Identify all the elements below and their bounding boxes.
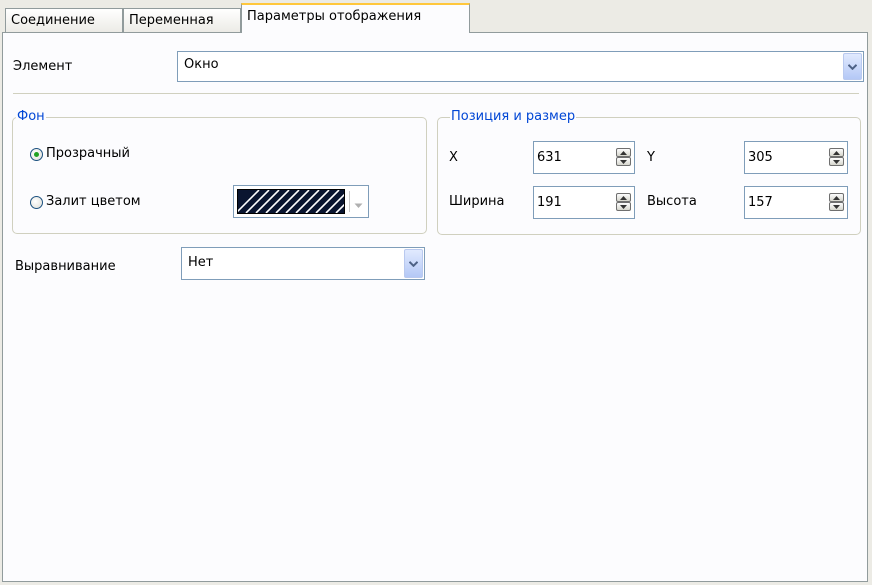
tab-display-parameters-label: Параметры отображения: [247, 9, 422, 24]
arrow-down-icon[interactable]: [616, 157, 631, 166]
arrow-down-icon[interactable]: [829, 202, 844, 211]
arrow-down-icon[interactable]: [616, 202, 631, 211]
radio-transparent[interactable]: [30, 148, 43, 161]
tab-panel: Элемент Окно Фон Прозрачный Залит цветом: [2, 32, 868, 582]
tab-connection-label: Соединение: [11, 13, 95, 28]
color-picker[interactable]: [233, 185, 369, 218]
height-value: 157: [748, 195, 773, 210]
background-group-legend: Фон: [16, 109, 46, 124]
chevron-down-icon[interactable]: [354, 198, 363, 213]
alignment-combobox[interactable]: Нет: [181, 247, 425, 280]
position-size-group: Позиция и размер X 631 Y 305 Ширина 191: [437, 109, 861, 235]
radio-selected-dot: [34, 152, 39, 157]
y-value: 305: [748, 150, 773, 165]
x-spin-buttons: [616, 148, 631, 166]
arrow-up-icon[interactable]: [616, 193, 631, 202]
alignment-value: Нет: [188, 255, 214, 270]
width-spinbox[interactable]: 191: [533, 186, 635, 219]
alignment-label: Выравнивание: [15, 259, 116, 274]
width-label: Ширина: [449, 194, 505, 209]
height-label: Высота: [647, 194, 697, 209]
height-spin-buttons: [829, 193, 844, 211]
y-label: Y: [647, 150, 655, 165]
arrow-up-icon[interactable]: [829, 193, 844, 202]
tab-display-parameters[interactable]: Параметры отображения: [241, 3, 470, 33]
width-spin-buttons: [616, 193, 631, 211]
element-label: Элемент: [13, 59, 73, 74]
arrow-up-icon[interactable]: [829, 148, 844, 157]
tab-variable[interactable]: Переменная: [123, 8, 241, 32]
element-combobox[interactable]: Окно: [177, 51, 864, 82]
color-picker-separator: [349, 191, 350, 212]
background-group: Фон Прозрачный Залит цветом: [12, 109, 427, 234]
tab-strip: Соединение Переменная Параметры отображе…: [0, 0, 872, 33]
tab-variable-label: Переменная: [129, 13, 214, 28]
tab-connection[interactable]: Соединение: [5, 8, 123, 32]
radio-transparent-label[interactable]: Прозрачный: [46, 146, 130, 161]
y-spin-buttons: [829, 148, 844, 166]
hatched-swatch-icon: [235, 189, 360, 214]
position-size-group-legend: Позиция и размер: [450, 109, 577, 124]
y-spinbox[interactable]: 305: [744, 141, 848, 174]
radio-filled[interactable]: [30, 196, 43, 209]
chevron-down-icon[interactable]: [843, 53, 862, 80]
x-label: X: [449, 150, 458, 165]
x-value: 631: [537, 150, 562, 165]
arrow-down-icon[interactable]: [829, 157, 844, 166]
chevron-down-icon[interactable]: [404, 249, 423, 278]
radio-filled-label[interactable]: Залит цветом: [46, 194, 141, 209]
height-spinbox[interactable]: 157: [744, 186, 848, 219]
element-value: Окно: [184, 57, 219, 72]
divider: [13, 93, 859, 94]
width-value: 191: [537, 195, 562, 210]
arrow-up-icon[interactable]: [616, 148, 631, 157]
x-spinbox[interactable]: 631: [533, 141, 635, 174]
